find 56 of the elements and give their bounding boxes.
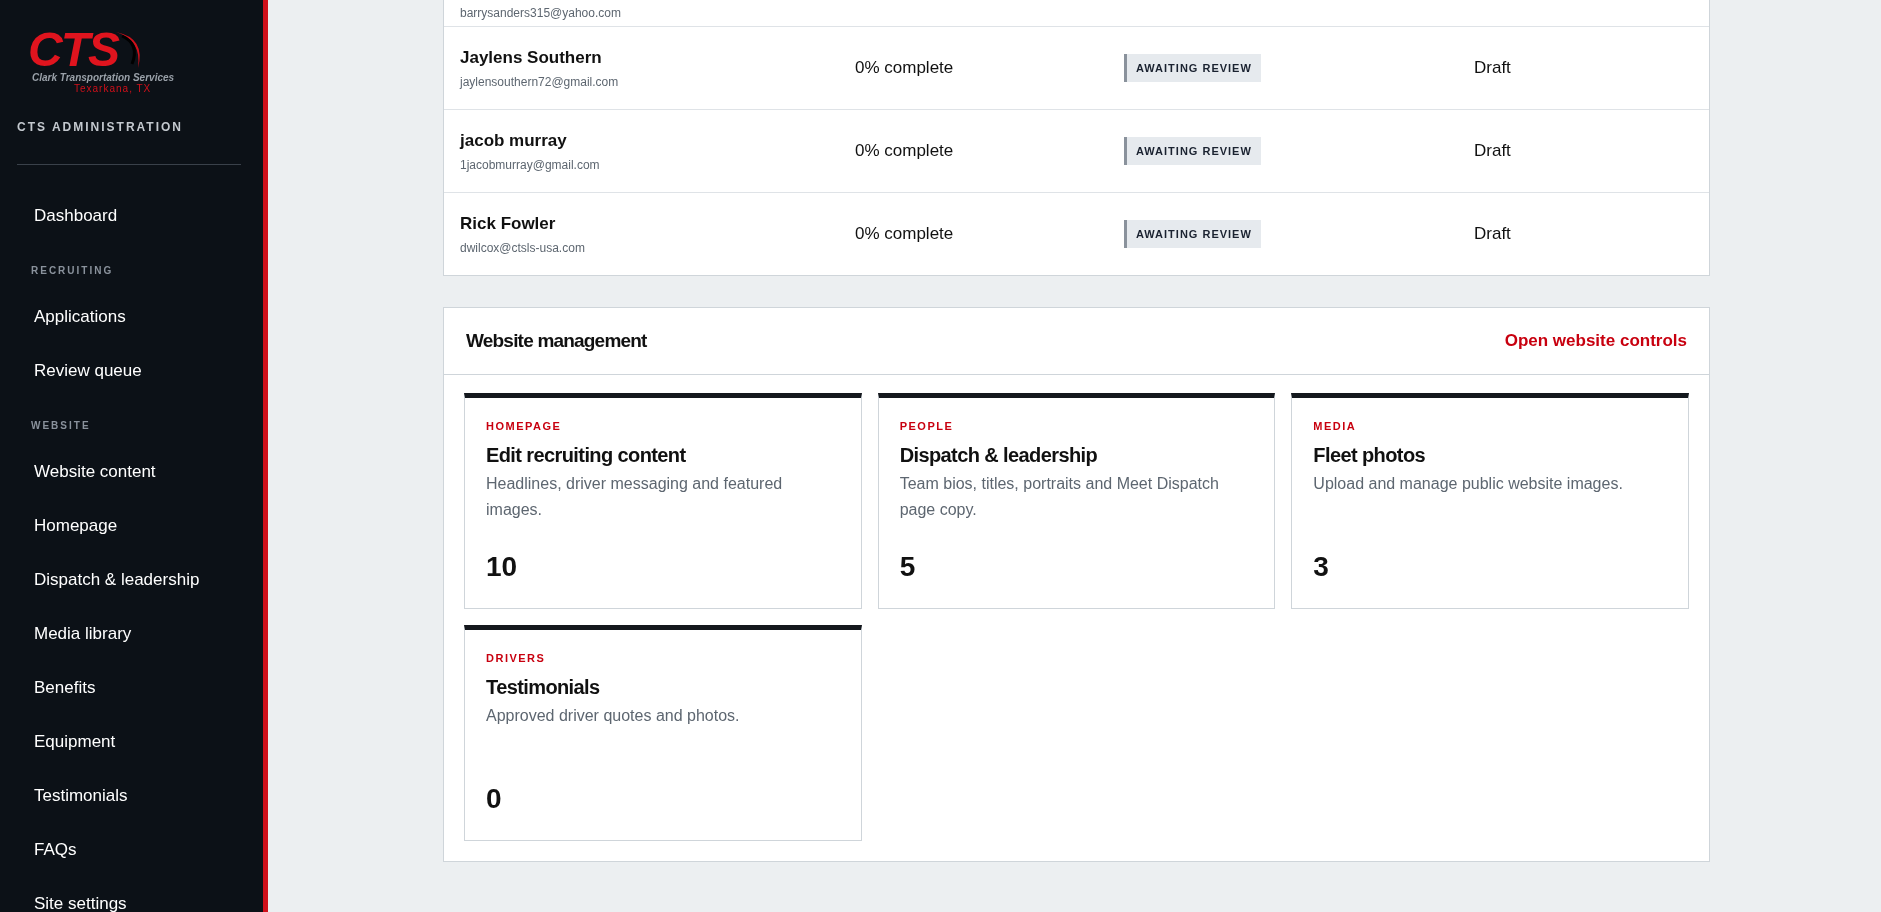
- content-card[interactable]: HOMEPAGE Edit recruiting content Headlines, driver messaging and featured images. 10: [464, 393, 862, 609]
- card-description: Upload and manage public website images.: [1313, 474, 1624, 494]
- status-badge: AWAITING REVIEW: [1124, 137, 1261, 165]
- sidebar-title: CTS ADMINISTRATION: [16, 119, 184, 134]
- card-category: DRIVERS: [486, 652, 547, 664]
- applicant-email: jaylensouthern72@gmail.com: [460, 74, 620, 89]
- applicant-name: jacob murray: [460, 130, 568, 151]
- card-title: Edit recruiting content: [486, 444, 687, 467]
- panel-title: Website management: [466, 330, 647, 352]
- sidebar-item[interactable]: Benefits: [0, 661, 263, 715]
- stage-text: Draft: [1474, 141, 1511, 161]
- sidebar-item[interactable]: Equipment: [0, 715, 263, 769]
- sidebar-item[interactable]: Applications: [0, 290, 263, 344]
- applicant-name: Jaylens Southern: [460, 47, 603, 68]
- content-card[interactable]: PEOPLE Dispatch & leadership Team bios, titles, portraits and Meet Dispatch page copy. 5: [877, 393, 1276, 609]
- sidebar-item[interactable]: Media library: [0, 607, 263, 661]
- progress-text: 0% complete: [855, 58, 955, 78]
- sidebar-item[interactable]: Dispatch & leadership: [0, 553, 263, 607]
- sidebar-item[interactable]: Dashboard: [0, 189, 263, 243]
- card-category: MEDIA: [1313, 420, 1358, 432]
- applicant-email: dwilcox@ctsls-usa.com: [460, 240, 586, 255]
- section-heading: WEBSITE: [30, 420, 92, 431]
- logo-mark: CTS: [28, 30, 118, 70]
- stage-text: Draft: [1474, 58, 1511, 78]
- applicant-email: barrysanders315@yahoo.com: [460, 6, 622, 20]
- card-count: 0: [486, 783, 503, 815]
- sidebar-item[interactable]: Review queue: [0, 344, 263, 398]
- card-description: Headlines, driver messaging and featured images.: [486, 474, 784, 520]
- section-heading: RECRUITING: [30, 265, 115, 276]
- logo-company: Clark Transportation Services: [32, 72, 175, 83]
- card-category: PEOPLE: [899, 420, 955, 432]
- open-controls-link[interactable]: Open website controls: [1504, 331, 1687, 351]
- card-count: 10: [486, 551, 519, 583]
- progress-text: 0% complete: [855, 141, 955, 161]
- card-title: Dispatch & leadership: [899, 444, 1099, 467]
- sidebar-item[interactable]: Homepage: [0, 499, 263, 553]
- sidebar-item[interactable]: Website content: [0, 445, 263, 499]
- stage-text: Draft: [1474, 224, 1511, 244]
- logo-location: Texarkana, TX: [74, 83, 152, 94]
- card-title: Fleet photos: [1313, 444, 1426, 467]
- content-card[interactable]: MEDIA Fleet photos Upload and manage public website images. 3: [1291, 393, 1689, 609]
- sidebar-item[interactable]: FAQs: [0, 823, 263, 877]
- card-description: Approved driver quotes and photos.: [486, 706, 741, 726]
- status-badge: AWAITING REVIEW: [1124, 220, 1261, 248]
- card-count: 5: [899, 551, 917, 583]
- applicant-email: 1jacobmurray@gmail.com: [460, 157, 601, 172]
- card-description: Team bios, titles, portraits and Meet Dispatch page copy.: [899, 474, 1220, 520]
- progress-text: 0% complete: [855, 224, 955, 244]
- card-category: HOMEPAGE: [486, 420, 563, 432]
- card-title: Testimonials: [486, 676, 601, 699]
- sidebar-item[interactable]: Site settings: [0, 877, 263, 912]
- card-count: 3: [1313, 551, 1330, 583]
- sidebar-item[interactable]: Testimonials: [0, 769, 263, 823]
- status-badge: AWAITING REVIEW: [1124, 54, 1261, 82]
- content-card[interactable]: DRIVERS Testimonials Approved driver quotes and photos. 0: [464, 625, 862, 841]
- applicant-name: Rick Fowler: [460, 213, 557, 234]
